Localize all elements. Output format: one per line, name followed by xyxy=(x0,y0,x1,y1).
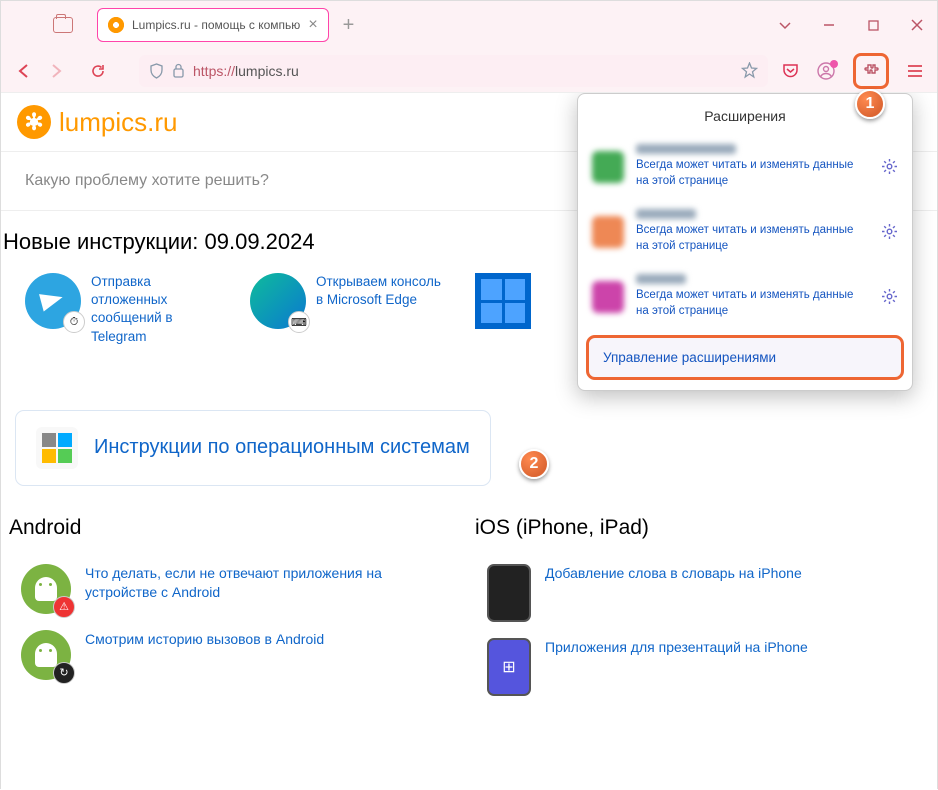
card-windows[interactable] xyxy=(461,267,551,352)
telegram-icon: ⏱ xyxy=(25,273,81,329)
site-logo-icon xyxy=(17,105,51,139)
page-content: lumpics.ru Какую проблему хотите решить?… xyxy=(1,93,937,790)
android-icon: ⚠ xyxy=(21,564,71,614)
list-item[interactable]: ↻ Смотрим историю вызовов в Android xyxy=(3,622,469,688)
list-item[interactable]: ⊞ Приложения для презентаций на iPhone xyxy=(469,630,935,704)
tab-close-icon[interactable]: × xyxy=(308,17,317,33)
ios-column: iOS (iPhone, iPad) Добавление слова в сл… xyxy=(469,516,935,704)
edge-icon: ⌨ xyxy=(250,273,306,329)
reload-button[interactable] xyxy=(89,62,107,80)
extension-icon xyxy=(592,281,624,313)
extension-icon xyxy=(592,216,624,248)
list-item[interactable]: Добавление слова в словарь на iPhone xyxy=(469,556,935,630)
bookmark-star-icon[interactable] xyxy=(741,62,758,79)
maximize-button[interactable] xyxy=(861,13,885,37)
os-panel[interactable]: Инструкции по операционным системам xyxy=(15,410,491,486)
iphone-icon xyxy=(487,564,531,622)
card-telegram[interactable]: ⏱ Отправка отложенных сообщений в Telegr… xyxy=(11,267,236,352)
menu-button[interactable] xyxy=(907,64,923,78)
item-link[interactable]: Смотрим историю вызовов в Android xyxy=(85,630,324,650)
account-icon[interactable] xyxy=(817,62,835,80)
extension-desc: Всегда может читать и изменять данные на… xyxy=(636,158,869,189)
extension-row[interactable]: Всегда может читать и изменять данные на… xyxy=(578,134,912,199)
card-link[interactable]: Открываем консоль в Microsoft Edge xyxy=(316,273,447,346)
site-name: lumpics.ru xyxy=(59,107,177,138)
extension-icon xyxy=(592,151,624,183)
item-link[interactable]: Что делать, если не отвечают приложения … xyxy=(85,564,451,603)
list-item[interactable]: ⚠ Что делать, если не отвечают приложени… xyxy=(3,556,469,622)
minimize-button[interactable] xyxy=(817,13,841,37)
callout-badge-2: 2 xyxy=(519,449,549,479)
extension-row[interactable]: Всегда может читать и изменять данные на… xyxy=(578,199,912,264)
shield-icon[interactable] xyxy=(149,63,164,79)
lock-icon[interactable] xyxy=(172,63,185,78)
iphone-icon: ⊞ xyxy=(487,638,531,696)
gear-icon[interactable] xyxy=(881,288,898,305)
extension-desc: Всегда может читать и изменять данные на… xyxy=(636,223,869,254)
url-bar[interactable]: https://lumpics.ru xyxy=(139,55,768,87)
extension-name xyxy=(636,144,736,154)
card-edge[interactable]: ⌨ Открываем консоль в Microsoft Edge xyxy=(236,267,461,352)
tab-favicon-icon xyxy=(108,17,124,33)
sidebar-folder-icon[interactable] xyxy=(53,17,73,33)
toolbar: https://lumpics.ru xyxy=(1,49,937,93)
ios-heading: iOS (iPhone, iPad) xyxy=(469,516,935,540)
os-grid-icon xyxy=(36,427,78,469)
forward-button[interactable] xyxy=(47,62,65,80)
url-text: https://lumpics.ru xyxy=(193,63,299,79)
new-tab-button[interactable]: + xyxy=(343,14,355,37)
manage-extensions-button[interactable]: Управление расширениями xyxy=(586,335,904,380)
extension-row[interactable]: Всегда может читать и изменять данные на… xyxy=(578,264,912,329)
tab-title: Lumpics.ru - помощь с компью xyxy=(132,18,300,32)
item-link[interactable]: Добавление слова в словарь на iPhone xyxy=(545,564,802,584)
extension-desc: Всегда может читать и изменять данные на… xyxy=(636,288,869,319)
extensions-popup: Расширения Всегда может читать и изменят… xyxy=(577,93,913,391)
android-column: Android ⚠ Что делать, если не отвечают п… xyxy=(3,516,469,704)
extension-name xyxy=(636,209,696,219)
gear-icon[interactable] xyxy=(881,158,898,175)
close-button[interactable] xyxy=(905,13,929,37)
windows-icon xyxy=(475,273,531,329)
android-heading: Android xyxy=(3,516,469,540)
callout-badge-1: 1 xyxy=(855,89,885,119)
chevron-down-icon[interactable] xyxy=(773,13,797,37)
gear-icon[interactable] xyxy=(881,223,898,240)
browser-tab[interactable]: Lumpics.ru - помощь с компью × xyxy=(97,8,329,42)
pocket-icon[interactable] xyxy=(782,63,799,79)
item-link[interactable]: Приложения для презентаций на iPhone xyxy=(545,638,808,658)
panel-title: Инструкции по операционным системам xyxy=(94,436,470,459)
extension-name xyxy=(636,274,686,284)
titlebar: Lumpics.ru - помощь с компью × + xyxy=(1,1,937,49)
android-icon: ↻ xyxy=(21,630,71,680)
card-link[interactable]: Отправка отложенных сообщений в Telegram xyxy=(91,273,222,346)
extensions-button[interactable] xyxy=(853,53,889,89)
back-button[interactable] xyxy=(15,62,33,80)
